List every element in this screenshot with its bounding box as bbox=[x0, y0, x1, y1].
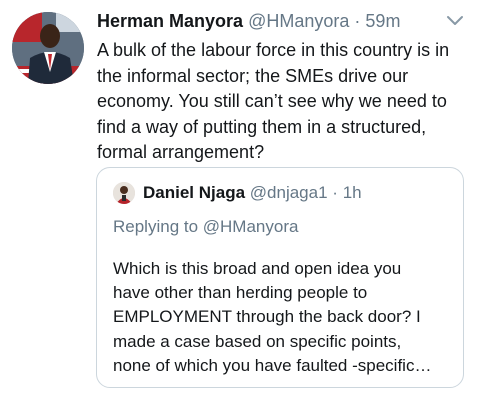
tweet[interactable]: Herman Manyora @HManyora · 59m A bulk of… bbox=[0, 0, 480, 403]
quoted-text-line: Which is this broad and open idea you bbox=[113, 259, 402, 278]
tweet-text: A bulk of the labour force in this count… bbox=[97, 38, 467, 166]
header-separator: · bbox=[354, 11, 361, 31]
quoted-tweet-timestamp[interactable]: 1h bbox=[343, 183, 362, 202]
tweet-text-line: formal arrangement? bbox=[97, 142, 265, 162]
quoted-header-separator: · bbox=[332, 183, 338, 202]
quoted-author-handle[interactable]: @dnjaga1 bbox=[250, 183, 328, 202]
tweet-text-line: A bulk of the labour force in this count… bbox=[97, 40, 450, 60]
quoted-tweet-text: Which is this broad and open idea you ha… bbox=[113, 257, 458, 378]
tweet-timestamp[interactable]: 59m bbox=[365, 11, 400, 31]
tweet-header: Herman Manyora @HManyora · 59m bbox=[97, 9, 437, 33]
quoted-author-avatar-photo bbox=[113, 182, 135, 204]
tweet-text-line: economy. You still can’t see why we need… bbox=[97, 91, 447, 111]
tweet-text-line: find a way of putting them in a structur… bbox=[97, 116, 427, 137]
author-handle[interactable]: @HManyora bbox=[248, 11, 349, 31]
quoted-text-line: EMPLOYMENT through the back door? I bbox=[113, 307, 421, 327]
quoted-text-line: have other than herding people to bbox=[113, 283, 368, 303]
author-name[interactable]: Herman Manyora bbox=[97, 11, 243, 31]
tweet-text-line: the informal sector; the SMEs drive our bbox=[97, 65, 409, 86]
quoted-text-line: made a case based on specific points, bbox=[113, 331, 402, 351]
quoted-author-name[interactable]: Daniel Njaga bbox=[143, 183, 245, 202]
chevron-down-icon[interactable] bbox=[444, 12, 466, 30]
quoted-tweet[interactable]: Daniel Njaga @dnjaga1 · 1h Replying to @… bbox=[96, 167, 464, 388]
quoted-author-avatar[interactable] bbox=[113, 182, 135, 204]
quoted-text-line: none of which you have faulted -specific… bbox=[113, 355, 432, 375]
author-avatar[interactable] bbox=[12, 12, 84, 84]
author-avatar-photo bbox=[12, 12, 84, 84]
replying-to-label[interactable]: Replying to @HManyora bbox=[113, 215, 298, 239]
quoted-tweet-header: Daniel Njaga @dnjaga1 · 1h bbox=[143, 181, 362, 205]
